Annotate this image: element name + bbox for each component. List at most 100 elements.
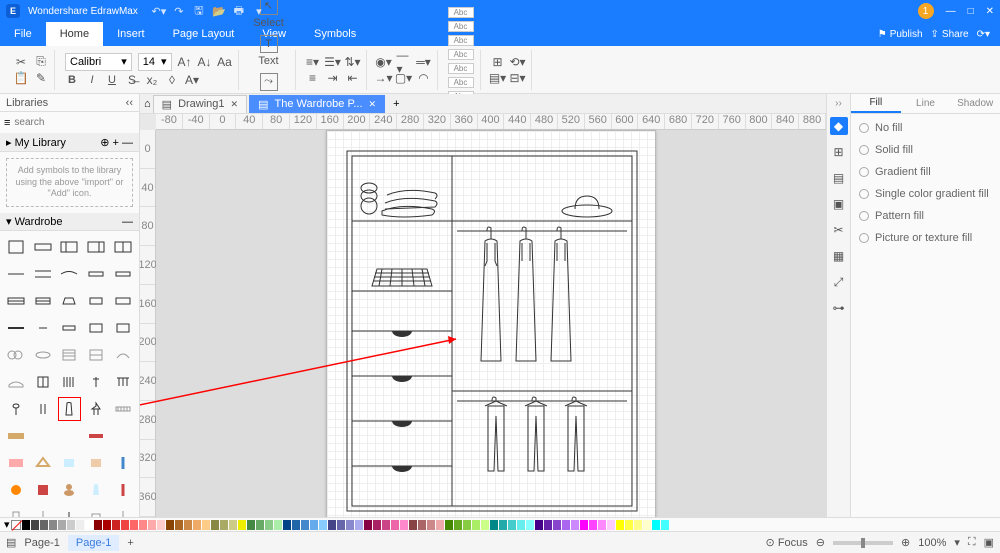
symbol[interactable] [84,451,108,475]
color-swatch[interactable] [157,520,165,530]
symbol[interactable] [84,424,108,448]
symbol[interactable] [111,505,135,517]
color-swatch[interactable] [589,520,597,530]
align-obj-icon[interactable]: ⊟▾ [511,71,525,85]
symbol[interactable] [111,478,135,502]
symbol[interactable] [4,370,28,394]
symbol[interactable] [84,343,108,367]
color-swatch[interactable] [517,520,525,530]
layers-icon[interactable]: ▤ [830,169,848,187]
color-swatch[interactable] [355,520,363,530]
tab-home-icon[interactable]: ⌂ [144,98,151,110]
color-swatch[interactable] [373,520,381,530]
strike-icon[interactable]: S̶ [125,73,139,87]
fontsize-select[interactable]: 14▾ [138,53,172,71]
color-swatch[interactable] [247,520,255,530]
spacing-icon[interactable]: ⇅▾ [346,55,360,69]
symbol[interactable] [31,478,55,502]
menu-pagelayout[interactable]: Page Layout [159,22,249,46]
color-swatch[interactable] [67,520,75,530]
symbol[interactable] [84,478,108,502]
symbol[interactable] [31,505,55,517]
symbol[interactable] [111,235,135,259]
color-swatch[interactable] [436,520,444,530]
fill-icon[interactable]: ◉▾ [377,55,391,69]
symbol[interactable] [111,370,135,394]
symbol[interactable] [111,289,135,313]
color-swatch[interactable] [553,520,561,530]
color-swatch[interactable] [229,520,237,530]
color-swatch[interactable] [121,520,129,530]
symbol[interactable] [58,451,82,475]
arrow-icon[interactable]: →▾ [377,71,391,85]
save-icon[interactable]: 🖫 [192,4,206,18]
symbol[interactable] [84,397,108,421]
maximize-icon[interactable]: □ [968,6,974,17]
symbol-robe[interactable] [58,397,82,421]
style-preset[interactable]: Abc [448,49,474,60]
opt-pattern[interactable]: Pattern fill [859,210,992,222]
color-swatch[interactable] [652,520,660,530]
font-select[interactable]: Calibri▾ [65,53,132,71]
minimize-icon[interactable]: — [946,6,956,17]
color-swatch[interactable] [31,520,39,530]
line-icon[interactable]: —▾ [397,55,411,69]
symbol[interactable] [31,262,55,286]
symbol[interactable] [111,451,135,475]
color-swatch[interactable] [625,520,633,530]
color-swatch[interactable] [184,520,192,530]
symbol[interactable] [31,424,55,448]
symbol[interactable] [31,451,55,475]
ruler-icon[interactable]: ▦ [830,247,848,265]
paste-icon[interactable]: 📋 [14,71,28,85]
color-swatch[interactable] [562,520,570,530]
color-swatch[interactable] [391,520,399,530]
symbol[interactable] [111,397,135,421]
style-preset[interactable]: Abc [448,35,474,46]
opt-gradient[interactable]: Gradient fill [859,166,992,178]
color-swatch[interactable] [40,520,48,530]
expand-icon[interactable]: ⤢ [830,273,848,291]
color-swatch[interactable] [499,520,507,530]
symbol[interactable] [4,397,28,421]
zoom-in-icon[interactable]: ⊕ [901,536,910,549]
symbol[interactable] [111,316,135,340]
rotate-icon[interactable]: ⟲▾ [511,55,525,69]
close-tab-icon[interactable]: ✕ [369,99,377,110]
symbol[interactable] [4,235,28,259]
color-swatch[interactable] [319,520,327,530]
color-swatch[interactable] [85,520,93,530]
style-preset[interactable]: Abc [448,77,474,88]
symbol[interactable] [58,478,82,502]
color-swatch[interactable] [400,520,408,530]
menu-icon[interactable]: ≡ [4,117,10,129]
color-swatch[interactable] [481,520,489,530]
color-swatch[interactable] [256,520,264,530]
symbol[interactable] [84,505,108,517]
color-swatch[interactable] [49,520,57,530]
list-icon[interactable]: ☰▾ [326,55,340,69]
symbol[interactable] [58,289,82,313]
symbol[interactable] [4,343,28,367]
symbol[interactable] [31,397,55,421]
italic-icon[interactable]: I [85,73,99,87]
zoom-out-icon[interactable]: ⊖ [816,536,825,549]
menu-insert[interactable]: Insert [103,22,159,46]
color-swatch[interactable] [364,520,372,530]
bold-icon[interactable]: B [65,73,79,87]
share-button[interactable]: ⇪ Share [931,29,969,40]
cut-icon[interactable]: ✂ [14,55,28,69]
symbol[interactable] [58,316,82,340]
add-tab-icon[interactable]: + [387,98,405,110]
color-swatch[interactable] [526,520,534,530]
subscript-icon[interactable]: x₂ [145,73,159,87]
color-swatch[interactable] [454,520,462,530]
image-icon[interactable]: ▣ [830,195,848,213]
color-swatch[interactable] [301,520,309,530]
color-swatch[interactable] [175,520,183,530]
underline-icon[interactable]: U [105,73,119,87]
color-swatch[interactable] [580,520,588,530]
align-center-icon[interactable]: ≡ [306,71,320,85]
color-swatch[interactable] [382,520,390,530]
color-swatch[interactable] [166,520,174,530]
